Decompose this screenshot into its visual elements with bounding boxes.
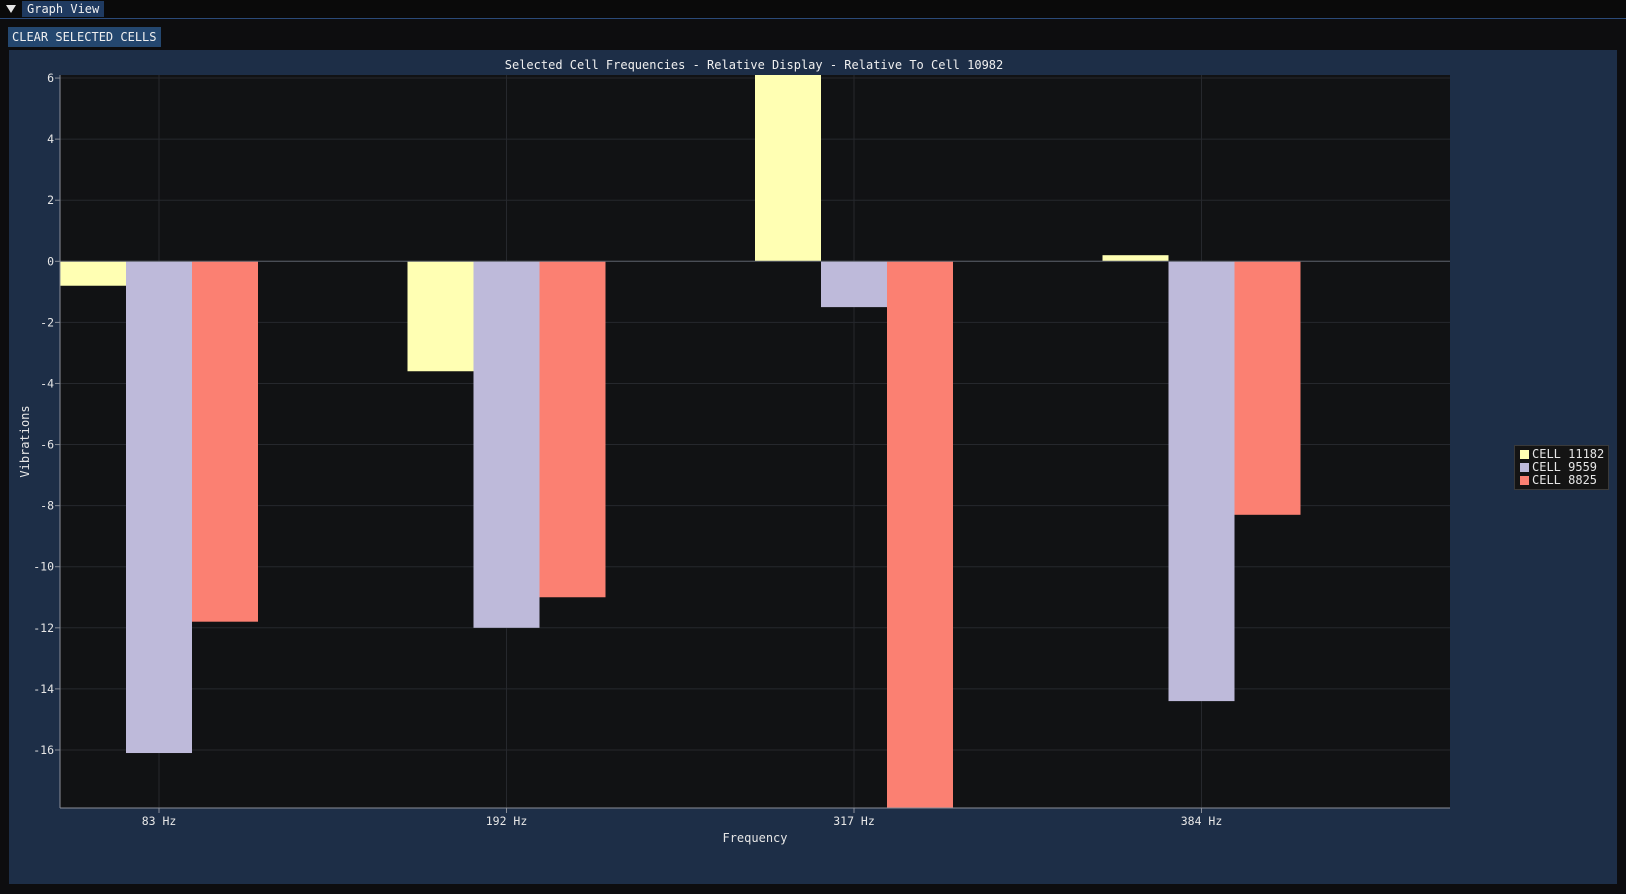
bar bbox=[407, 261, 474, 372]
y-tick-label: -2 bbox=[40, 315, 54, 329]
collapse-arrow-icon[interactable] bbox=[6, 5, 16, 13]
chart-legend: CELL 11182 CELL 9559 CELL 8825 bbox=[1514, 445, 1610, 490]
legend-item[interactable]: CELL 8825 bbox=[1520, 474, 1604, 487]
bar-chart: 6 4 2 0 -2 -4 -6 -8 -10 -12 -14 -16 83 Hz 192 Hz 317 H… bbox=[18, 71, 1450, 845]
bar bbox=[473, 261, 540, 628]
y-tick-label: -12 bbox=[33, 621, 54, 635]
y-tick-label: -16 bbox=[33, 743, 54, 757]
legend-label: CELL 8825 bbox=[1532, 473, 1598, 487]
y-tick-label: -8 bbox=[40, 499, 54, 513]
y-tick-label: -14 bbox=[33, 682, 54, 696]
bar bbox=[126, 261, 192, 754]
bar bbox=[60, 261, 126, 286]
y-tick-label: -10 bbox=[33, 560, 54, 574]
bar bbox=[539, 261, 606, 598]
bar bbox=[755, 75, 821, 262]
bar bbox=[1234, 261, 1301, 515]
y-axis-label: Vibrations bbox=[18, 405, 32, 477]
y-tick-label: -4 bbox=[40, 376, 54, 390]
y-tick-label: -6 bbox=[40, 438, 54, 452]
x-tick-label: 192 Hz bbox=[486, 814, 528, 828]
y-tick-label: 2 bbox=[47, 193, 54, 207]
x-tick-label: 317 Hz bbox=[833, 814, 875, 828]
bar bbox=[821, 261, 887, 308]
bar bbox=[1102, 255, 1169, 262]
y-tick-label: 6 bbox=[47, 71, 54, 85]
bar bbox=[192, 261, 258, 622]
legend-swatch bbox=[1520, 463, 1529, 472]
x-tick-label: 83 Hz bbox=[142, 814, 177, 828]
y-tick-label: 4 bbox=[47, 132, 54, 146]
plot-frame: Selected Cell Frequencies - Relative Dis… bbox=[9, 50, 1617, 884]
window-titlebar: Graph View bbox=[0, 0, 1626, 19]
bar bbox=[887, 261, 953, 808]
bar bbox=[1168, 261, 1235, 702]
legend-swatch bbox=[1520, 450, 1529, 459]
x-axis-label: Frequency bbox=[722, 831, 787, 845]
clear-selected-cells-button[interactable]: CLEAR SELECTED CELLS bbox=[8, 27, 161, 47]
y-tick-label: 0 bbox=[47, 254, 54, 268]
tab-graph-view[interactable]: Graph View bbox=[22, 1, 105, 17]
legend-swatch bbox=[1520, 476, 1529, 485]
x-tick-label: 384 Hz bbox=[1181, 814, 1223, 828]
